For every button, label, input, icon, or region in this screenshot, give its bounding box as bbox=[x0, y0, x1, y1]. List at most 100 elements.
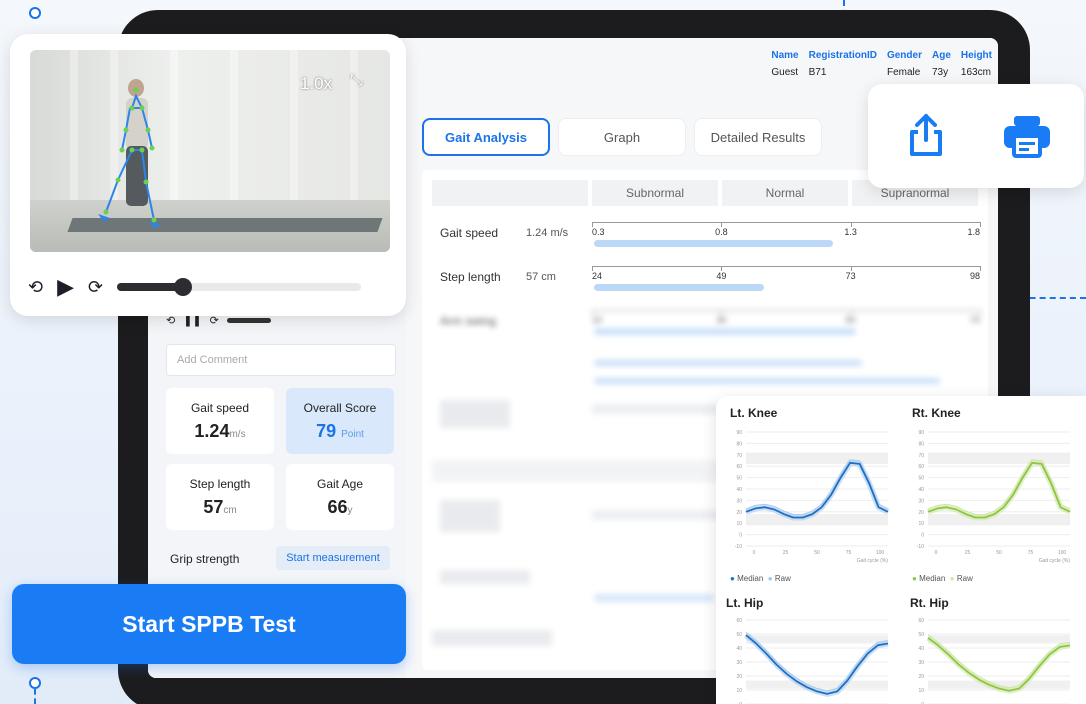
step-length-unit: cm bbox=[223, 504, 237, 516]
name-label: Name bbox=[771, 50, 799, 61]
y-tick-label: 0 bbox=[921, 533, 924, 539]
tab-gait-analysis[interactable]: Gait Analysis bbox=[422, 118, 550, 156]
lt-knee-legend: ● Median ● Raw bbox=[730, 574, 791, 583]
x-tick-label: 25 bbox=[783, 550, 789, 556]
walking-person-skeleton bbox=[98, 79, 162, 228]
y-tick-label: 20 bbox=[736, 510, 742, 516]
y-tick-label: 70 bbox=[918, 453, 924, 459]
gait-age-title: Gait Age bbox=[316, 476, 364, 491]
row-value: 1.24 m/s bbox=[526, 227, 569, 239]
scale-tick-label: 0.8 bbox=[715, 227, 728, 237]
scale-tick-label: 24 bbox=[592, 271, 603, 281]
gait-speed-unit: m/s bbox=[229, 428, 246, 440]
gait-age-unit: y bbox=[347, 504, 353, 516]
step-length-title: Step length bbox=[189, 476, 251, 491]
scale-tick-label: 0.3 bbox=[592, 227, 605, 237]
gait-video-frame[interactable]: 1.0x ⤡ bbox=[30, 50, 390, 252]
overall-score-title: Overall Score bbox=[303, 400, 377, 415]
y-tick-label: 20 bbox=[736, 674, 742, 680]
gait-age-value: 66 bbox=[327, 496, 348, 517]
gender-value: Female bbox=[886, 67, 921, 78]
registration-value: B71 bbox=[808, 67, 827, 78]
y-tick-label: 40 bbox=[736, 487, 742, 493]
y-tick-label: 50 bbox=[918, 632, 924, 638]
x-tick-label: 25 bbox=[965, 550, 971, 556]
x-tick-label: 75 bbox=[1028, 550, 1034, 556]
grip-strength-label: Grip strength bbox=[170, 552, 240, 566]
row-value-bar bbox=[594, 328, 857, 335]
scale-tick-label: 98 bbox=[969, 271, 980, 281]
expand-icon[interactable]: ⤡ bbox=[350, 72, 363, 90]
registration-label: RegistrationID bbox=[808, 50, 877, 61]
row-scale: 24 49 73 98 bbox=[592, 266, 981, 281]
y-tick-label: 70 bbox=[736, 453, 742, 459]
start-sppb-test-button[interactable]: Start SPPB Test bbox=[12, 584, 406, 664]
video-player-card: 1.0x ⤡ ⟲ ▶ ⟳ bbox=[10, 34, 406, 316]
age-label: Age bbox=[931, 50, 951, 61]
row-value-bar bbox=[594, 240, 834, 247]
x-tick-label: 75 bbox=[846, 550, 852, 556]
name-value: Guest bbox=[771, 67, 799, 78]
scale-tick-mark bbox=[980, 310, 981, 315]
overall-score-value: 79 bbox=[316, 420, 337, 441]
mini-progress[interactable] bbox=[226, 318, 271, 323]
row-scale: 10 30 50 70 bbox=[592, 310, 981, 325]
y-tick-label: 80 bbox=[736, 441, 742, 447]
normal-band bbox=[746, 452, 888, 464]
video-progress-bar[interactable] bbox=[117, 278, 362, 296]
lt-knee-chart: 9080706050403020100-100 25 50 75 100Gait cyc… bbox=[735, 430, 890, 564]
x-axis-caption: Gait cycle (%) bbox=[857, 558, 888, 564]
patient-info-header: Name Guest RegistrationID B71 Gender Female… bbox=[771, 50, 992, 78]
comment-field[interactable]: Add Comment bbox=[166, 344, 396, 376]
row-value: 57 cm bbox=[526, 271, 556, 283]
lt-knee-title: Lt. Knee bbox=[730, 406, 778, 420]
y-tick-label: 50 bbox=[736, 632, 742, 638]
y-tick-label: 20 bbox=[918, 510, 924, 516]
step-length-card: Step length 57cm bbox=[166, 464, 274, 530]
rt-knee-chart: 9080706050403020100-100 25 50 75 100Gait cyc… bbox=[917, 430, 1072, 564]
x-tick-label: 100 bbox=[876, 550, 885, 556]
rt-hip-title: Rt. Hip bbox=[910, 596, 949, 610]
y-tick-label: 10 bbox=[918, 688, 924, 694]
y-tick-label: 30 bbox=[736, 498, 742, 504]
scale-tick-label: 30 bbox=[716, 315, 727, 325]
x-tick-label: 50 bbox=[996, 550, 1002, 556]
connector-dot bbox=[29, 677, 41, 689]
scale-tick-label: 50 bbox=[845, 315, 856, 325]
forward-icon[interactable]: ⟳ bbox=[88, 277, 103, 298]
scale-tick-label: 1.8 bbox=[967, 227, 980, 237]
scale-tick-label: 73 bbox=[845, 271, 856, 281]
y-tick-label: 60 bbox=[918, 618, 924, 624]
rt-knee-title: Rt. Knee bbox=[912, 406, 961, 420]
normal-band bbox=[746, 635, 888, 644]
share-print-card bbox=[868, 84, 1084, 188]
height-label: Height bbox=[960, 50, 992, 61]
gait-age-card: Gait Age 66y bbox=[286, 464, 394, 530]
start-measurement-button[interactable]: Start measurement bbox=[276, 546, 390, 570]
y-tick-label: 10 bbox=[736, 521, 742, 527]
y-tick-label: -10 bbox=[917, 544, 924, 550]
progress-handle[interactable] bbox=[173, 278, 192, 296]
y-tick-label: 0 bbox=[739, 533, 742, 539]
y-tick-label: 60 bbox=[736, 464, 742, 470]
category-normal: Normal bbox=[722, 180, 848, 206]
tab-graph[interactable]: Graph bbox=[558, 118, 686, 156]
scale-tick-mark bbox=[980, 266, 981, 271]
y-tick-label: 20 bbox=[918, 674, 924, 680]
rewind-icon[interactable]: ⟲ bbox=[28, 277, 43, 298]
row-label: Gait speed bbox=[440, 226, 499, 240]
normal-band bbox=[928, 452, 1070, 464]
row-scale: 0.3 0.8 1.3 1.8 bbox=[592, 222, 981, 237]
connector-dot bbox=[29, 7, 41, 19]
scale-tick-label: 10 bbox=[592, 315, 603, 325]
playback-speed-label[interactable]: 1.0x bbox=[300, 74, 332, 94]
play-icon[interactable]: ▶ bbox=[57, 274, 74, 300]
x-axis-caption: Gait cycle (%) bbox=[1039, 558, 1070, 564]
rt-knee-legend: ● Median ● Raw bbox=[912, 574, 973, 583]
y-tick-label: 90 bbox=[918, 430, 924, 436]
y-tick-label: -10 bbox=[735, 544, 742, 550]
tab-detailed-results[interactable]: Detailed Results bbox=[694, 118, 822, 156]
share-icon[interactable] bbox=[906, 112, 946, 158]
joint-angle-charts: Lt. Knee Rt. Knee 90 80 70 60 50 40 30 20 10 0 -10… bbox=[716, 396, 1086, 704]
print-icon[interactable] bbox=[1002, 114, 1052, 158]
